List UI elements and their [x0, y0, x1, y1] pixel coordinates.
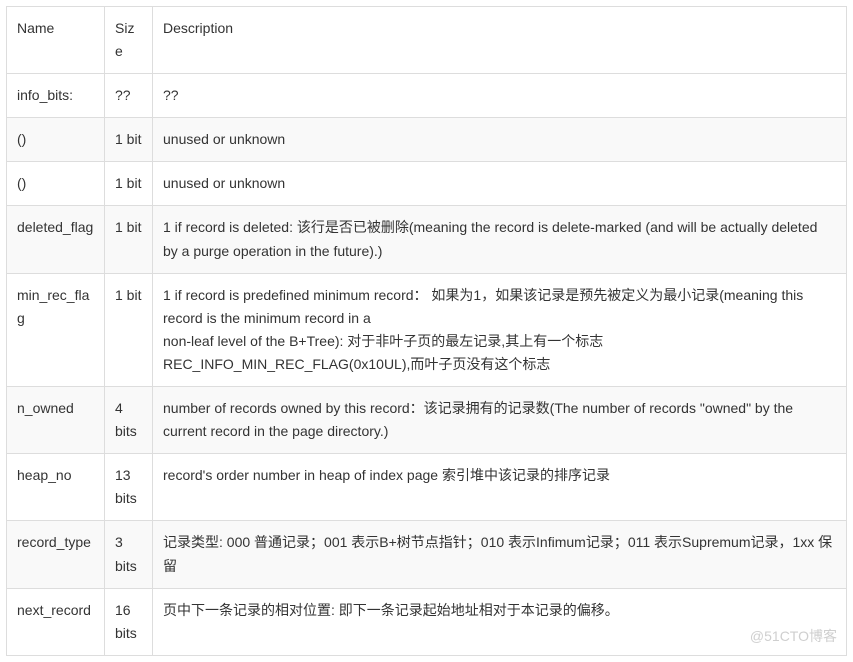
table-row: n_owned4 bitsnumber of records owned by …: [7, 387, 847, 454]
table-header-row: Name Size Description: [7, 7, 847, 74]
cell-description: number of records owned by this record：该…: [153, 387, 847, 454]
table-row: record_type3 bits记录类型: 000 普通记录；001 表示B+…: [7, 521, 847, 588]
cell-size: 4 bits: [105, 387, 153, 454]
cell-name: record_type: [7, 521, 105, 588]
cell-name: heap_no: [7, 454, 105, 521]
table-row: next_record16 bits页中下一条记录的相对位置: 即下一条记录起始…: [7, 588, 847, 655]
cell-size: 1 bit: [105, 118, 153, 162]
record-header-table: Name Size Description info_bits:????()1 …: [6, 6, 847, 656]
cell-name: info_bits:: [7, 74, 105, 118]
cell-size: 16 bits: [105, 588, 153, 655]
cell-name: next_record: [7, 588, 105, 655]
cell-description: ??: [153, 74, 847, 118]
cell-description: 1 if record is deleted: 该行是否已被删除(meaning…: [153, 206, 847, 273]
cell-description: 记录类型: 000 普通记录；001 表示B+树节点指针；010 表示Infim…: [153, 521, 847, 588]
col-header-description: Description: [153, 7, 847, 74]
cell-description: 1 if record is predefined minimum record…: [153, 273, 847, 386]
cell-description: unused or unknown: [153, 118, 847, 162]
cell-name: (): [7, 162, 105, 206]
cell-name: deleted_flag: [7, 206, 105, 273]
table-row: ()1 bitunused or unknown: [7, 118, 847, 162]
table-row: deleted_flag1 bit1 if record is deleted:…: [7, 206, 847, 273]
cell-size: 13 bits: [105, 454, 153, 521]
table-row: ()1 bitunused or unknown: [7, 162, 847, 206]
cell-name: n_owned: [7, 387, 105, 454]
col-header-name: Name: [7, 7, 105, 74]
table-row: info_bits:????: [7, 74, 847, 118]
cell-description: 页中下一条记录的相对位置: 即下一条记录起始地址相对于本记录的偏移。: [153, 588, 847, 655]
cell-size: 3 bits: [105, 521, 153, 588]
cell-name: (): [7, 118, 105, 162]
table-body: info_bits:????()1 bitunused or unknown()…: [7, 74, 847, 656]
table-row: heap_no13 bitsrecord's order number in h…: [7, 454, 847, 521]
cell-description: unused or unknown: [153, 162, 847, 206]
cell-size: 1 bit: [105, 206, 153, 273]
cell-name: min_rec_flag: [7, 273, 105, 386]
cell-size: 1 bit: [105, 162, 153, 206]
col-header-size: Size: [105, 7, 153, 74]
cell-description: record's order number in heap of index p…: [153, 454, 847, 521]
cell-size: 1 bit: [105, 273, 153, 386]
table-row: min_rec_flag1 bit1 if record is predefin…: [7, 273, 847, 386]
cell-size: ??: [105, 74, 153, 118]
